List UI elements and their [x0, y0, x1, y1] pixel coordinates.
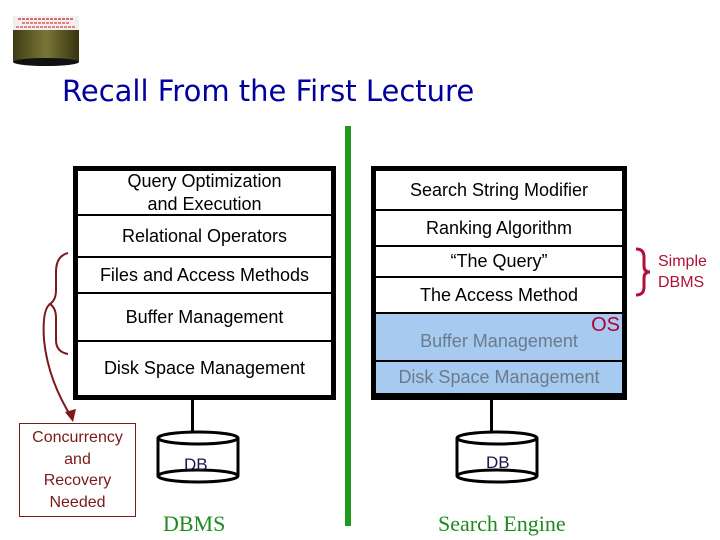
os-label: OS [591, 314, 620, 336]
search-engine-caption: Search Engine [438, 511, 566, 536]
simple-dbms-line: DBMS [658, 274, 705, 291]
simple-dbms-line: Simple [658, 253, 707, 270]
vertical-divider [345, 126, 351, 526]
search-engine-db-connector [490, 400, 493, 433]
simple-dbms-label: Simple DBMS [658, 251, 707, 293]
database-cylinder-logo-icon [13, 16, 79, 66]
layer-the-access-method: The Access Method [376, 278, 622, 314]
note-line: and [64, 450, 91, 468]
dbms-layer-stack: Query Optimization and Execution Relatio… [73, 166, 336, 400]
layer-ranking-algorithm: Ranking Algorithm [376, 211, 622, 247]
layer-disk-space-management-os: Disk Space Management [376, 362, 622, 395]
layer-buffer-management-os: Buffer Management [376, 314, 622, 362]
slide-title: Recall From the First Lecture [62, 74, 475, 108]
layer-files-access-methods: Files and Access Methods [78, 258, 331, 294]
right-brace-icon [635, 247, 651, 297]
dbms-db-connector [191, 400, 194, 433]
layer-relational-operators: Relational Operators [78, 216, 331, 258]
concurrency-recovery-note: Concurrency and Recovery Needed [19, 423, 136, 517]
search-engine-layer-stack: Search String Modifier Ranking Algorithm… [371, 166, 627, 400]
note-line: Recovery [43, 472, 112, 489]
dbms-db-label: DB [184, 455, 208, 474]
layer-search-string-modifier: Search String Modifier [376, 171, 622, 211]
note-line: Needed [49, 493, 106, 511]
layer-query-optimization: Query Optimization and Execution [78, 171, 331, 216]
left-brace-arrow-icon [42, 252, 76, 422]
dbms-caption: DBMS [163, 511, 226, 536]
layer-disk-space-management: Disk Space Management [103, 358, 306, 379]
search-engine-db-label: DB [486, 453, 510, 472]
layer-the-query: “The Query” [376, 247, 622, 278]
note-line: Concurrency [32, 429, 123, 446]
layer-buffer-management: Buffer Management [78, 294, 331, 342]
